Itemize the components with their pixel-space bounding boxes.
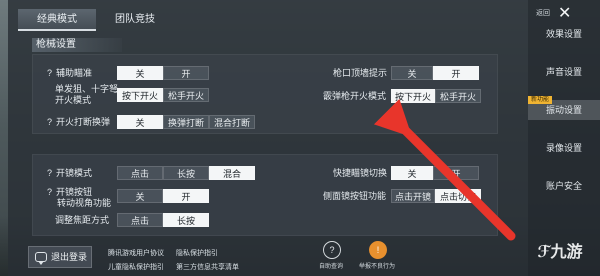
side-scope-open-button[interactable]: 点击开镜 [391,189,435,203]
zoom-adjust-label: 调整焦距方式 [55,215,110,225]
sidebar-top: 返回 ✕ [536,4,596,22]
quick-scope-switch-label: 快捷瞄镜切换 [333,168,388,178]
watermark-text: 九游 [550,244,583,261]
zoom-adjust-toggle: 点击 长按 [117,213,209,227]
side-scope-function-toggle: 点击开镜 点击切镜 [391,189,481,203]
scope-mixed-button[interactable]: 混合 [209,166,255,180]
shotgun-press-fire-button[interactable]: 按下开火 [391,89,435,103]
tab-team-deathmatch[interactable]: 团队竞技 [96,9,174,31]
third-party-list-link[interactable]: 第三方信息共享清单 [176,262,239,272]
scope-turn-view-toggle: 关 开 [117,189,209,203]
muzzle-wall-hint-label: 枪口顶墙提示 [333,68,388,78]
zoom-tap-button[interactable]: 点击 [117,213,163,227]
mode-tabs: 经典模式 团队竞技 [18,9,174,31]
self-help-icon[interactable]: ? [323,241,341,259]
weapon-settings-group: ? 辅助瞄准 关 开 单发狙、十字弩 开火模式 按下开火 松手开火 ? 开火打断换弹… [32,54,498,134]
help-icon[interactable]: ? [47,168,52,178]
reload-interrupt-button[interactable]: 换弹打断 [163,115,209,129]
interrupt-off-button[interactable]: 关 [117,115,163,129]
scope-mode-label: ? 开镜模式 [47,168,93,178]
muzzle-wall-hint-toggle: 关 开 [391,66,479,80]
sniper-fire-mode-line1: 单发狙、十字弩 [55,84,119,94]
muzzle-hint-on-button[interactable]: 开 [433,66,479,80]
help-icon[interactable]: ? [47,117,52,127]
fire-interrupt-reload-toggle: 关 换弹打断 混合打断 [117,115,255,129]
sidebar-item-account-security[interactable]: 账户安全 [528,176,600,196]
site-watermark: ℱ九游 [524,236,596,270]
report-label: 举报不良行为 [359,264,396,270]
scope-settings-group: ? 开镜模式 点击 长按 混合 ? 开镜按钮 转动视角功能 关 开 调整焦距方式 点… [32,154,498,236]
self-help-label: 自助查询 [319,264,344,270]
shotgun-fire-mode-toggle: 按下开火 松手开火 [391,89,481,103]
logout-label: 退出登录 [51,252,88,262]
quick-scope-off-button[interactable]: 关 [391,166,433,180]
scope-turn-view-label: ? 开镜按钮 转动视角功能 [47,187,112,208]
report-icon[interactable]: ! [369,241,387,259]
scope-turn-off-button[interactable]: 关 [117,189,163,203]
aim-assist-off-button[interactable]: 关 [117,66,163,80]
help-icon[interactable]: ? [47,187,52,197]
sidebar-item-recording[interactable]: 录像设置 [528,138,600,158]
shotgun-fire-mode-label: 霰弹枪开火模式 [323,91,387,101]
sidebar-item-sound[interactable]: 声音设置 [528,62,600,82]
chat-icon [35,252,47,265]
return-label[interactable]: 返回 [536,8,550,18]
logout-button[interactable]: 退出登录 [28,246,92,268]
sniper-fire-mode-label: 单发狙、十字弩 开火模式 [55,84,118,106]
scope-tap-button[interactable]: 点击 [117,166,163,180]
side-scope-switch-button[interactable]: 点击切镜 [435,189,481,203]
new-feature-badge: 新功能 [528,96,552,104]
aim-assist-label: ? 辅助瞄准 [47,68,93,78]
aim-assist-toggle: 关 开 [117,66,209,80]
shotgun-release-fire-button[interactable]: 松手开火 [435,89,481,103]
child-privacy-link[interactable]: 儿童隐私保护指引 [108,262,164,272]
quick-scope-on-button[interactable]: 开 [433,166,479,180]
zoom-hold-button[interactable]: 长按 [163,213,209,227]
watermark-logo-icon: ℱ [537,244,551,261]
sniper-fire-mode-toggle: 按下开火 松手开火 [117,88,209,102]
aim-assist-on-button[interactable]: 开 [163,66,209,80]
help-icon[interactable]: ? [47,68,52,78]
tab-classic-mode[interactable]: 经典模式 [18,9,96,31]
side-scope-function-label: 侧面镜按钮功能 [323,191,387,201]
scope-hold-button[interactable]: 长按 [163,166,209,180]
sniper-release-fire-button[interactable]: 松手开火 [163,88,209,102]
scope-turn-view-line2: 转动视角功能 [57,198,112,208]
close-icon[interactable]: ✕ [558,3,571,23]
mixed-interrupt-button[interactable]: 混合打断 [209,115,255,129]
settings-sidebar: 返回 ✕ 效果设置 声音设置 振动设置 录像设置 账户安全 操作设置 [528,0,600,276]
user-agreement-link[interactable]: 腾讯游戏用户协议 [108,248,164,258]
quick-scope-switch-toggle: 关 开 [391,166,479,180]
sniper-fire-mode-line2: 开火模式 [55,95,92,105]
scope-mode-toggle: 点击 长按 混合 [117,166,255,180]
muzzle-hint-off-button[interactable]: 关 [391,66,433,80]
scope-turn-on-button[interactable]: 开 [163,189,209,203]
fire-interrupt-reload-label: ? 开火打断换弹 [47,117,111,127]
section-title: 枪械设置 [32,38,122,52]
privacy-guide-link[interactable]: 隐私保护指引 [176,248,218,258]
sniper-press-fire-button[interactable]: 按下开火 [117,88,163,102]
sidebar-item-effects[interactable]: 效果设置 [528,24,600,44]
